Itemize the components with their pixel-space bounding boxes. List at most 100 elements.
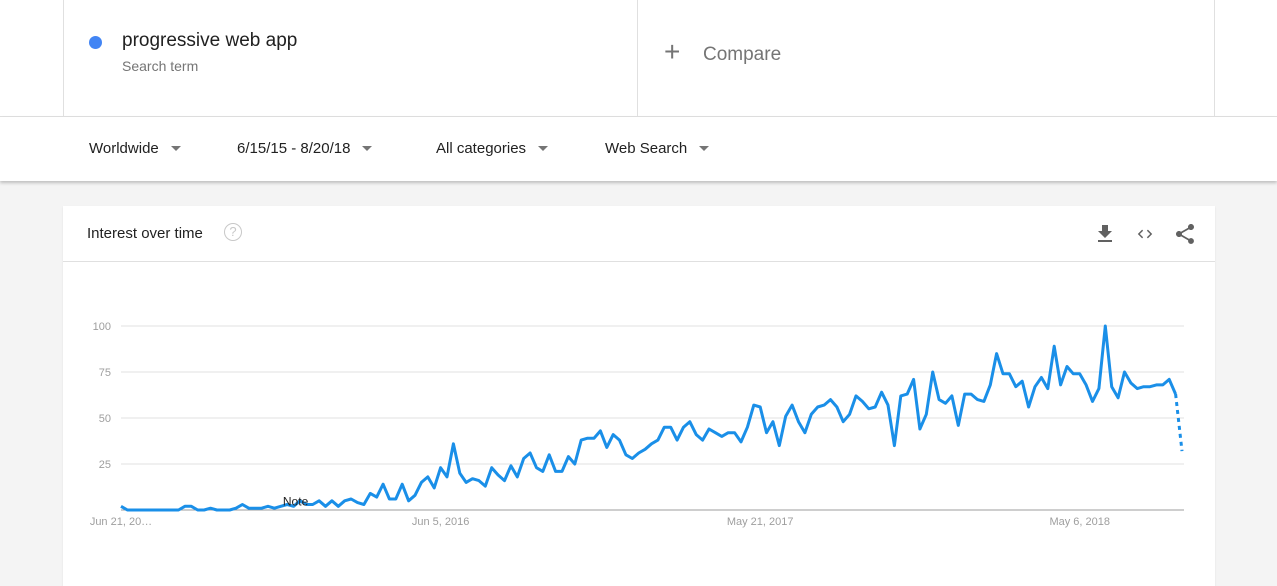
data-point: [803, 431, 806, 434]
y-tick-label: 100: [93, 321, 111, 333]
data-point: [829, 398, 832, 401]
data-point: [235, 507, 238, 510]
data-point: [663, 426, 666, 429]
location-dropdown[interactable]: Worldwide: [89, 140, 181, 157]
data-point: [1002, 372, 1005, 375]
data-point: [279, 505, 282, 508]
data-point: [209, 507, 212, 510]
data-point: [139, 509, 142, 512]
data-point: [1078, 372, 1081, 375]
data-point: [439, 466, 442, 469]
data-point: [126, 509, 129, 512]
data-point: [1053, 345, 1056, 348]
data-point: [465, 481, 468, 484]
data-point: [599, 429, 602, 432]
data-point: [823, 404, 826, 407]
y-tick-label: 25: [99, 459, 111, 471]
data-point: [1027, 405, 1030, 408]
data-point: [676, 439, 679, 442]
data-point: [918, 428, 921, 431]
data-point: [516, 475, 519, 478]
data-point: [1040, 376, 1043, 379]
y-tick-label: 50: [99, 413, 111, 425]
data-point: [995, 352, 998, 355]
data-point: [375, 496, 378, 499]
data-point: [746, 426, 749, 429]
data-point: [120, 505, 123, 508]
data-point: [1142, 385, 1145, 388]
category-dropdown[interactable]: All categories: [436, 140, 549, 157]
data-point: [714, 431, 717, 434]
data-point: [880, 391, 883, 394]
data-point: [899, 394, 902, 397]
data-point: [874, 405, 877, 408]
data-point: [708, 428, 711, 431]
data-point: [637, 451, 640, 454]
data-point: [203, 509, 206, 512]
data-point: [509, 464, 512, 467]
data-point: [458, 472, 461, 475]
data-point: [650, 442, 653, 445]
data-point: [1181, 450, 1184, 453]
data-point: [196, 509, 199, 512]
data-point: [893, 444, 896, 447]
data-point: [554, 470, 557, 473]
data-point: [1110, 385, 1113, 388]
data-point: [254, 507, 257, 510]
data-point: [1174, 393, 1177, 396]
data-point: [484, 485, 487, 488]
data-point: [497, 474, 500, 477]
data-point: [164, 509, 167, 512]
data-point: [784, 415, 787, 418]
term-color-dot: [89, 36, 102, 49]
search-term-name[interactable]: progressive web app: [122, 30, 297, 52]
data-point: [791, 404, 794, 407]
compare-button[interactable]: + Compare: [638, 0, 1215, 116]
data-point: [835, 405, 838, 408]
data-point: [369, 492, 372, 495]
search-type-dropdown-label: Web Search: [605, 140, 688, 157]
data-point: [414, 494, 417, 497]
data-point: [842, 420, 845, 423]
data-point: [1085, 383, 1088, 386]
data-point: [771, 420, 774, 423]
dropdown-caret-icon: [362, 146, 373, 151]
dropdown-caret-icon: [699, 146, 710, 151]
data-point: [382, 483, 385, 486]
data-point: [912, 378, 915, 381]
data-point: [1149, 385, 1152, 388]
data-point: [701, 439, 704, 442]
data-point: [970, 393, 973, 396]
search-type-dropdown[interactable]: Web Search: [605, 140, 710, 157]
filter-bar: Worldwide 6/15/15 - 8/20/18 All categori…: [0, 117, 1277, 181]
data-point: [324, 505, 327, 508]
data-point: [624, 453, 627, 456]
data-point: [695, 433, 698, 436]
data-point: [778, 444, 781, 447]
data-point: [337, 505, 340, 508]
data-point: [158, 509, 161, 512]
x-tick-label: May 21, 2017: [727, 516, 794, 528]
data-point: [548, 453, 551, 456]
date-range-dropdown-label: 6/15/15 - 8/20/18: [237, 140, 351, 157]
data-point: [867, 407, 870, 410]
data-point: [522, 457, 525, 460]
data-point: [215, 509, 218, 512]
data-point: [190, 505, 193, 508]
x-tick-label: May 6, 2018: [1049, 516, 1110, 528]
data-point: [151, 509, 154, 512]
data-point: [861, 400, 864, 403]
data-point: [490, 466, 493, 469]
data-point: [273, 507, 276, 510]
search-term-card[interactable]: progressive web app Search term: [63, 0, 638, 116]
data-point: [388, 497, 391, 500]
data-point: [433, 486, 436, 489]
data-point: [318, 499, 321, 502]
data-point: [1046, 387, 1049, 390]
note-annotation: Note: [283, 494, 309, 508]
data-point: [957, 424, 960, 427]
data-point: [605, 446, 608, 449]
data-point: [541, 470, 544, 473]
data-point: [944, 402, 947, 405]
date-range-dropdown[interactable]: 6/15/15 - 8/20/18: [237, 140, 373, 157]
